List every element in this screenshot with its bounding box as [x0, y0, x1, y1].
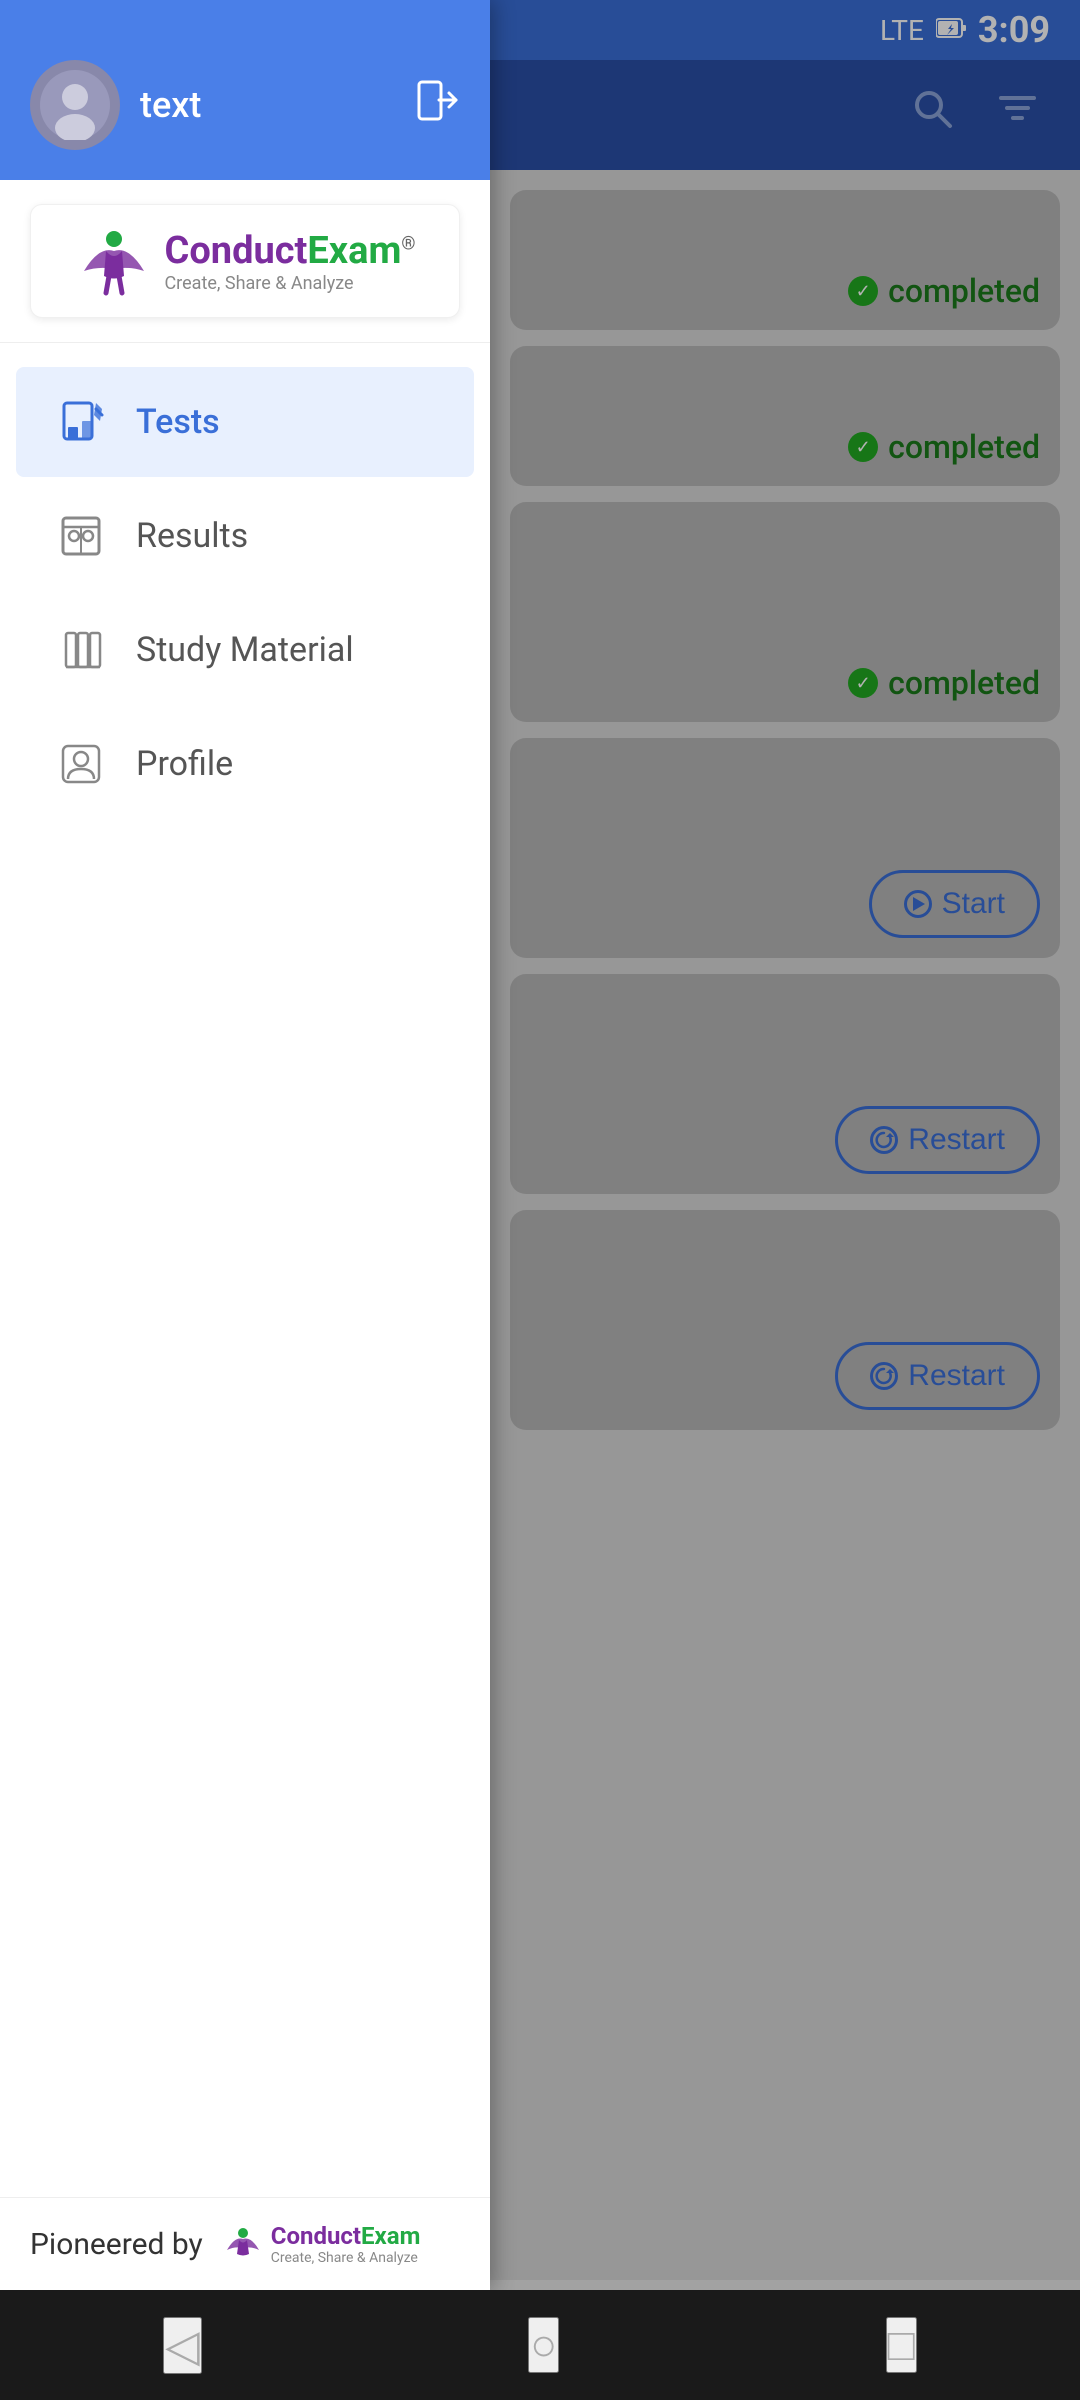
pioneered-by-text: Pioneered by [30, 2227, 203, 2262]
drawer-footer: Pioneered by ConductExam Create, Share &… [0, 2197, 490, 2290]
footer-logo-icon [223, 2224, 263, 2264]
results-label: Results [136, 516, 248, 556]
logo-exam: Exam [307, 229, 401, 273]
sidebar-item-tests[interactable]: Tests [16, 367, 474, 477]
footer-logo: ConductExam Create, Share & Analyze [223, 2222, 421, 2266]
logo-icon [74, 221, 154, 301]
footer-brand-name: ConductExam [271, 2222, 421, 2250]
logo-brand: ConductExam® Create, Share & Analyze [164, 229, 415, 294]
recent-button[interactable]: □ [886, 2317, 917, 2373]
navigation-drawer: text [0, 0, 490, 2290]
logo-tagline: Create, Share & Analyze [164, 273, 415, 294]
footer-brand: ConductExam Create, Share & Analyze [271, 2222, 421, 2266]
tests-label: Tests [136, 402, 220, 442]
logout-button[interactable] [415, 78, 460, 133]
sidebar-item-profile[interactable]: Profile [16, 709, 474, 819]
footer-exam: Exam [361, 2222, 420, 2250]
logo-brand-name: ConductExam® [164, 229, 415, 273]
home-button[interactable]: ○ [528, 2317, 559, 2373]
back-button[interactable]: ◁ [163, 2317, 202, 2374]
results-icon [56, 511, 106, 561]
logo-conduct: Conduct [164, 229, 307, 273]
user-name: text [140, 84, 395, 126]
sidebar-item-results[interactable]: Results [16, 481, 474, 591]
sidebar-item-study-material[interactable]: Study Material [16, 595, 474, 705]
tests-icon [56, 397, 106, 447]
profile-icon [56, 739, 106, 789]
footer-conduct: Conduct [271, 2222, 361, 2250]
drawer-header: text [0, 0, 490, 180]
logo-area: ConductExam® Create, Share & Analyze [0, 180, 490, 343]
footer-tagline: Create, Share & Analyze [271, 2250, 421, 2266]
avatar [30, 60, 120, 150]
study-material-label: Study Material [136, 630, 354, 670]
study-material-icon [56, 625, 106, 675]
profile-label: Profile [136, 744, 233, 784]
logo: ConductExam® Create, Share & Analyze [74, 221, 415, 301]
logo-container: ConductExam® Create, Share & Analyze [30, 204, 460, 318]
nav-menu: Tests Results [0, 343, 490, 2197]
nav-bar: ◁ ○ □ [0, 2290, 1080, 2400]
